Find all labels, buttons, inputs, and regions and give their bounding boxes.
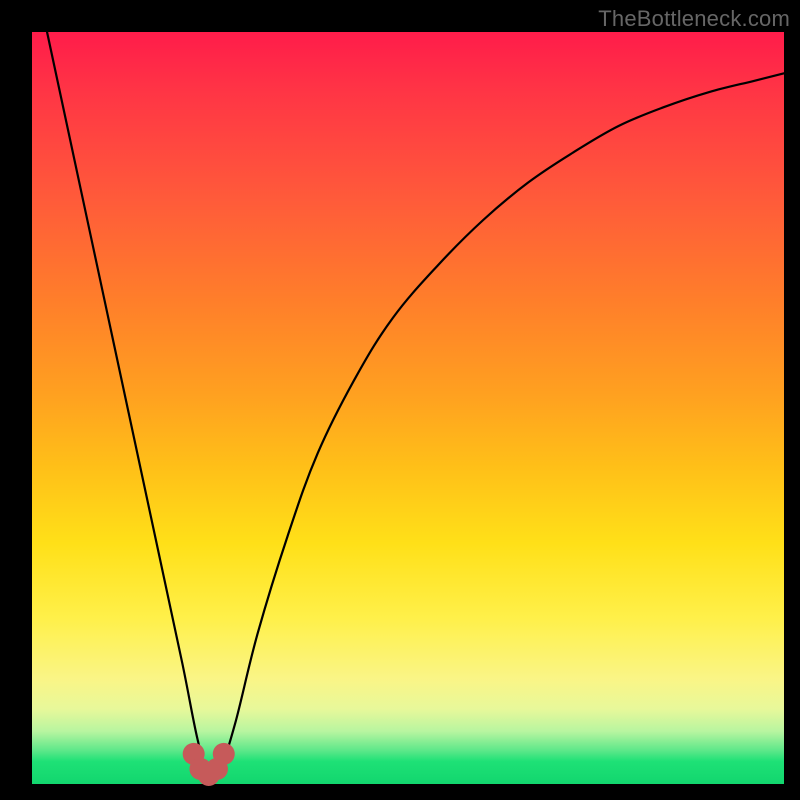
bottleneck-curve [47, 32, 784, 779]
watermark-text: TheBottleneck.com [598, 6, 790, 32]
chart-svg [32, 32, 784, 784]
chart-frame: TheBottleneck.com [0, 0, 800, 800]
trough-markers [183, 743, 235, 786]
trough-marker [213, 743, 235, 765]
